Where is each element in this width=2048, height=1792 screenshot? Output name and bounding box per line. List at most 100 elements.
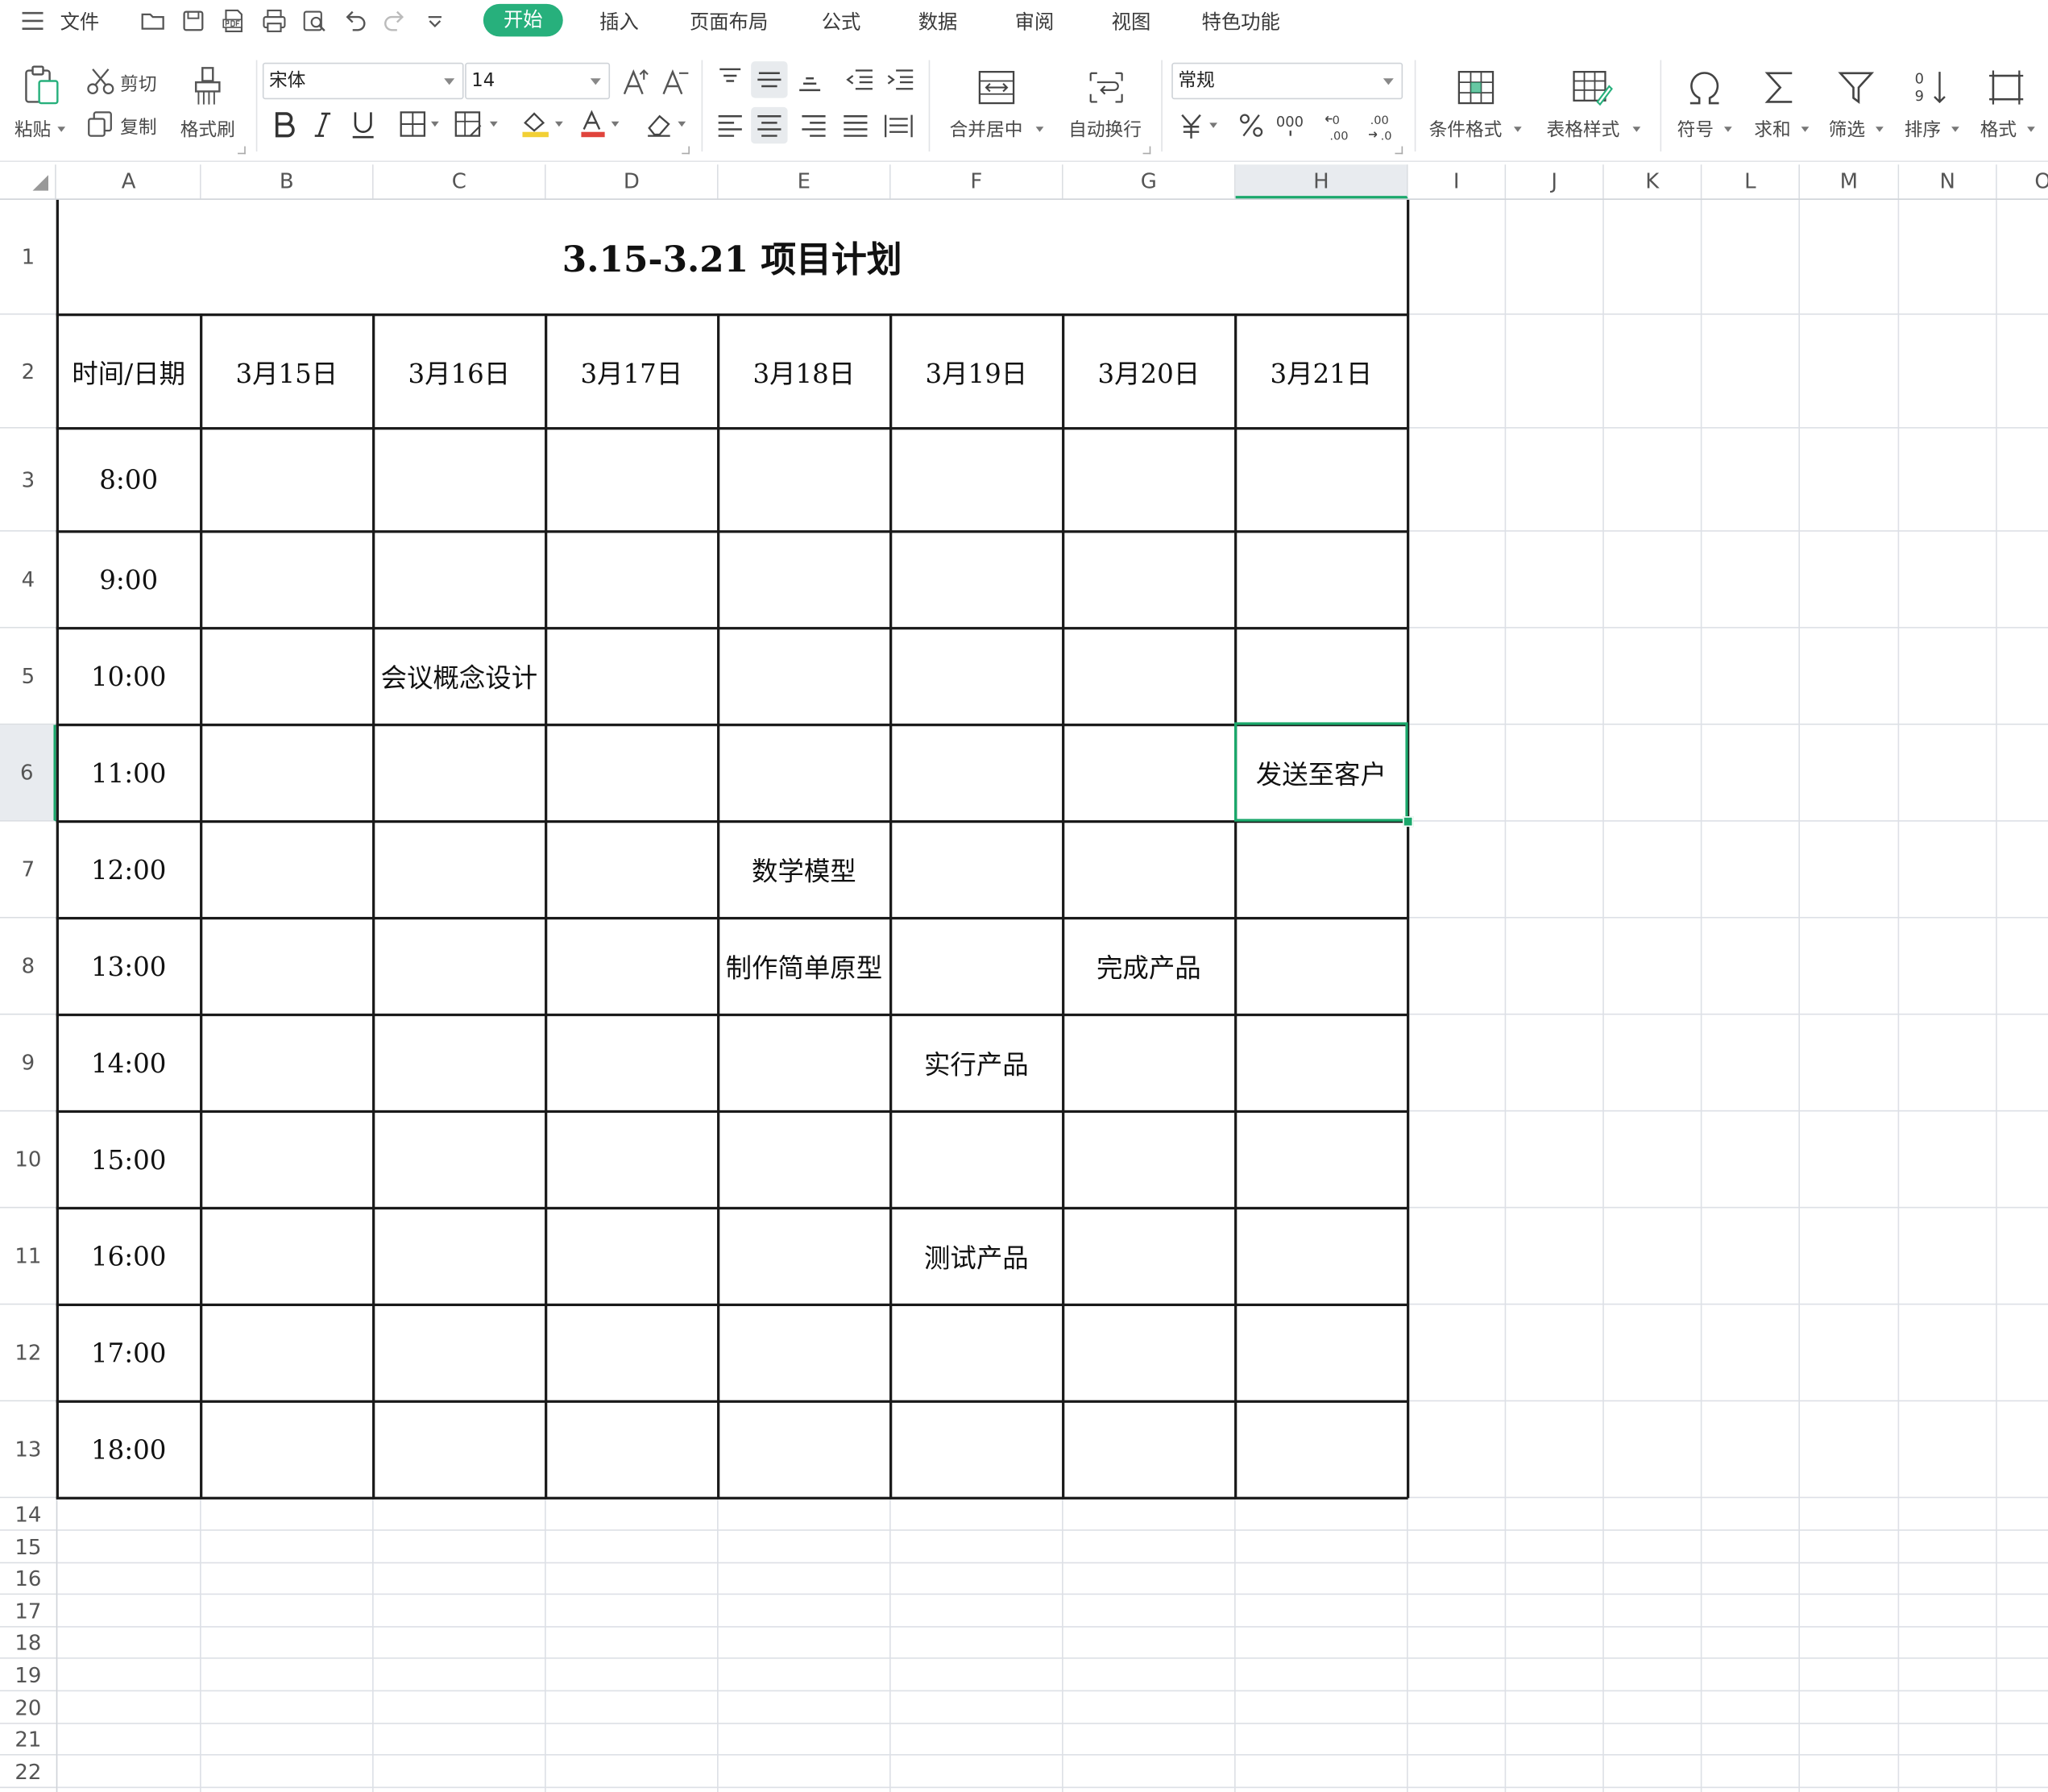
align-center-icon[interactable] (751, 106, 788, 144)
merge-dropdown-icon[interactable] (1035, 127, 1044, 132)
increase-indent-icon[interactable] (885, 65, 916, 94)
fill-handle[interactable] (1403, 816, 1414, 828)
clipboard-group-launcher[interactable] (238, 146, 246, 155)
borders-icon[interactable] (400, 111, 442, 137)
row-header-8[interactable]: 8 (0, 918, 56, 1015)
date-header-cell[interactable]: 3月16日 (374, 315, 545, 427)
time-label-cell[interactable]: 13:00 (57, 919, 200, 1014)
column-header-o[interactable]: O (1996, 164, 2048, 199)
filter-funnel-icon[interactable] (1836, 68, 1876, 107)
time-label-cell[interactable]: 18:00 (57, 1401, 200, 1496)
paste-dropdown-icon[interactable] (57, 127, 66, 132)
align-top-icon[interactable] (715, 65, 744, 94)
align-bottom-icon[interactable] (795, 65, 824, 94)
distributed-align-icon[interactable] (883, 111, 914, 140)
thousands-separator-icon[interactable]: 000 (1275, 111, 1308, 140)
time-label-cell[interactable]: 12:00 (57, 822, 200, 917)
number-format-select[interactable]: 常规 (1171, 62, 1403, 100)
format-cells-icon[interactable] (1987, 68, 2026, 107)
row-header-18[interactable]: 18 (0, 1627, 56, 1659)
sum-button[interactable]: 求和 (1754, 116, 1790, 142)
alignment-group-launcher[interactable] (1142, 146, 1151, 155)
format-painter-button[interactable]: 格式刷 (180, 116, 235, 142)
cell-e7[interactable]: 数学模型 (719, 822, 889, 917)
time-label-cell[interactable]: 14:00 (57, 1015, 200, 1110)
align-left-icon[interactable] (715, 111, 744, 140)
column-header-m[interactable]: M (1800, 164, 1900, 199)
row-header-10[interactable]: 10 (0, 1111, 56, 1209)
save-icon[interactable] (180, 8, 206, 34)
paste-icon[interactable] (23, 65, 62, 107)
cell-f9[interactable]: 实行产品 (891, 1015, 1062, 1110)
number-group-launcher[interactable] (1395, 146, 1403, 155)
merge-center-button[interactable]: 合并居中 (950, 116, 1023, 142)
table-style-button[interactable]: 表格样式 (1547, 116, 1620, 142)
wrap-text-button[interactable]: 自动换行 (1068, 116, 1142, 142)
date-header-cell[interactable]: 3月19日 (891, 315, 1062, 427)
sort-dropdown-icon[interactable] (1951, 127, 1959, 132)
cut-button[interactable]: 剪切 (120, 71, 156, 97)
filter-dropdown-icon[interactable] (1876, 127, 1884, 132)
font-name-select[interactable]: 宋体 (262, 62, 464, 100)
time-label-cell[interactable]: 11:00 (57, 725, 200, 820)
paste-button[interactable]: 粘贴 (15, 116, 51, 142)
redo-icon[interactable] (381, 8, 407, 34)
format-button[interactable]: 格式 (1980, 116, 2017, 142)
symbol-button[interactable]: 符号 (1677, 116, 1714, 142)
row-header-2[interactable]: 2 (0, 314, 56, 429)
align-right-icon[interactable] (799, 111, 828, 140)
copy-icon[interactable] (86, 110, 115, 139)
tab-insert[interactable]: 插入 (599, 8, 639, 35)
sheet-title[interactable]: 3.15-3.21 项目计划 (57, 200, 1407, 313)
row-header-5[interactable]: 5 (0, 628, 56, 725)
font-color-icon[interactable] (578, 110, 625, 139)
fill-color-icon[interactable] (520, 110, 566, 139)
cell-f11[interactable]: 测试产品 (891, 1208, 1062, 1303)
row-header-12[interactable]: 12 (0, 1305, 56, 1402)
decrease-font-size-icon[interactable] (661, 68, 690, 97)
column-header-h[interactable]: H (1235, 164, 1408, 199)
omega-symbol-icon[interactable] (1685, 68, 1724, 107)
date-header-cell[interactable]: 3月20日 (1063, 315, 1234, 427)
date-header-cell[interactable]: 3月15日 (201, 315, 372, 427)
justify-icon[interactable] (841, 111, 870, 140)
clear-format-icon[interactable] (645, 110, 692, 139)
format-dropdown-icon[interactable] (2027, 127, 2035, 132)
bold-icon[interactable] (272, 110, 297, 139)
tab-page-layout[interactable]: 页面布局 (690, 8, 768, 35)
column-header-f[interactable]: F (890, 164, 1063, 199)
filter-button[interactable]: 筛选 (1829, 116, 1865, 142)
row-header-14[interactable]: 14 (0, 1498, 56, 1531)
tab-data[interactable]: 数据 (918, 8, 958, 35)
column-header-a[interactable]: A (57, 164, 201, 199)
scissors-icon[interactable] (86, 68, 115, 97)
cell-e8[interactable]: 制作简单原型 (719, 919, 889, 1014)
time-label-cell[interactable]: 9:00 (57, 532, 200, 627)
currency-icon[interactable] (1178, 111, 1222, 140)
conditional-format-button[interactable]: 条件格式 (1429, 116, 1503, 142)
hamburger-menu-icon[interactable] (21, 10, 44, 31)
row-header-7[interactable]: 7 (0, 821, 56, 919)
format-painter-icon[interactable] (191, 65, 225, 107)
print-icon[interactable] (261, 8, 287, 34)
sum-dropdown-icon[interactable] (1801, 127, 1810, 132)
tab-review[interactable]: 审阅 (1015, 8, 1055, 35)
column-header-i[interactable]: I (1407, 164, 1507, 199)
date-header-cell[interactable]: 3月21日 (1236, 315, 1407, 427)
column-header-c[interactable]: C (373, 164, 546, 199)
sort-button[interactable]: 排序 (1905, 116, 1941, 142)
percent-icon[interactable] (1238, 111, 1264, 140)
cell-fill-style-icon[interactable] (454, 111, 501, 137)
time-label-cell[interactable]: 17:00 (57, 1305, 200, 1400)
row-header-20[interactable]: 20 (0, 1691, 56, 1724)
row-header-3[interactable]: 3 (0, 428, 56, 532)
font-group-launcher[interactable] (682, 146, 690, 155)
row-header-1[interactable]: 1 (0, 200, 56, 315)
table-style-icon[interactable] (1571, 68, 1613, 107)
cell-c5[interactable]: 会议概念设计 (374, 628, 545, 724)
underline-icon[interactable] (350, 110, 375, 139)
decrease-indent-icon[interactable] (844, 65, 875, 94)
sigma-sum-icon[interactable] (1762, 68, 1798, 107)
row-header-21[interactable]: 21 (0, 1724, 56, 1756)
row-header-6[interactable]: 6 (0, 724, 56, 822)
